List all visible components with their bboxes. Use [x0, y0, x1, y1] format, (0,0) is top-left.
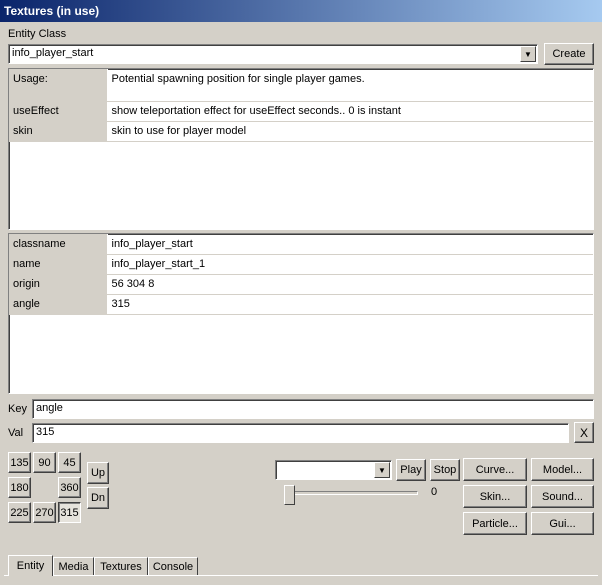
help-table: Usage: Potential spawning position for s… [9, 69, 593, 142]
tab-media[interactable]: Media [53, 557, 94, 575]
help-key: Usage: [9, 69, 108, 102]
entity-class-label: Entity Class [8, 28, 67, 40]
property-row[interactable]: name info_player_start_1 [9, 254, 593, 275]
angle-180-button[interactable]: 180 [8, 477, 31, 498]
particle-button[interactable]: Particle... [463, 512, 527, 535]
property-row[interactable]: classname info_player_start [9, 234, 593, 255]
property-row[interactable]: origin 56 304 8 [9, 274, 593, 295]
sound-button[interactable]: Sound... [531, 485, 594, 508]
up-button[interactable]: Up [87, 462, 109, 484]
help-value: Potential spawning position for single p… [107, 69, 593, 102]
volume-slider-track[interactable] [284, 491, 418, 495]
angle-270-button[interactable]: 270 [33, 502, 56, 523]
property-row[interactable]: angle 315 [9, 294, 593, 315]
property-key: classname [9, 234, 108, 255]
model-button[interactable]: Model... [531, 458, 594, 481]
angle-45-button[interactable]: 45 [58, 452, 81, 473]
help-key: skin [9, 121, 108, 142]
curve-button[interactable]: Curve... [463, 458, 527, 481]
angle-360-button[interactable]: 360 [58, 477, 81, 498]
property-key: origin [9, 274, 108, 295]
play-button[interactable]: Play [396, 459, 426, 481]
gui-button[interactable]: Gui... [531, 512, 594, 535]
property-value: 315 [107, 294, 593, 315]
property-key: name [9, 254, 108, 275]
help-row: Usage: Potential spawning position for s… [9, 69, 593, 102]
property-value: info_player_start [107, 234, 593, 255]
create-button[interactable]: Create [544, 43, 594, 65]
entity-help-panel: Usage: Potential spawning position for s… [8, 68, 594, 230]
tab-textures[interactable]: Textures [94, 557, 148, 575]
stop-button[interactable]: Stop [430, 459, 460, 481]
chevron-down-icon[interactable]: ▼ [520, 46, 536, 62]
help-value: show teleportation effect for useEffect … [107, 101, 593, 122]
volume-value: 0 [431, 486, 438, 498]
properties-table: classname info_player_start name info_pl… [9, 234, 593, 315]
tab-entity[interactable]: Entity [8, 555, 53, 576]
angle-315-button[interactable]: 315 [58, 502, 81, 523]
entity-class-value: info_player_start [12, 47, 94, 59]
chevron-down-icon[interactable]: ▼ [374, 462, 390, 478]
window-title: Textures (in use) [0, 0, 602, 22]
val-input[interactable]: 315 [32, 423, 569, 443]
tab-console[interactable]: Console [148, 557, 198, 575]
key-input[interactable]: angle [32, 399, 594, 419]
skin-button[interactable]: Skin... [463, 485, 527, 508]
down-button[interactable]: Dn [87, 487, 109, 509]
help-row: skin skin to use for player model [9, 121, 593, 142]
entity-class-dropdown[interactable]: info_player_start ▼ [8, 44, 538, 64]
val-label: Val [8, 427, 24, 439]
angle-225-button[interactable]: 225 [8, 502, 31, 523]
angle-90-button[interactable]: 90 [33, 452, 56, 473]
volume-slider-thumb[interactable] [284, 485, 295, 505]
help-value: skin to use for player model [107, 121, 593, 142]
help-row: useEffect show teleportation effect for … [9, 101, 593, 122]
key-label: Key [8, 403, 27, 415]
property-value: 56 304 8 [107, 274, 593, 295]
help-key: useEffect [9, 101, 108, 122]
clear-value-button[interactable]: X [574, 422, 594, 443]
property-key: angle [9, 294, 108, 315]
entity-properties-panel[interactable]: classname info_player_start name info_pl… [8, 233, 594, 394]
sound-dropdown[interactable]: ▼ [275, 460, 392, 480]
angle-135-button[interactable]: 135 [8, 452, 31, 473]
property-value: info_player_start_1 [107, 254, 593, 275]
tab-strip-divider [4, 575, 598, 576]
